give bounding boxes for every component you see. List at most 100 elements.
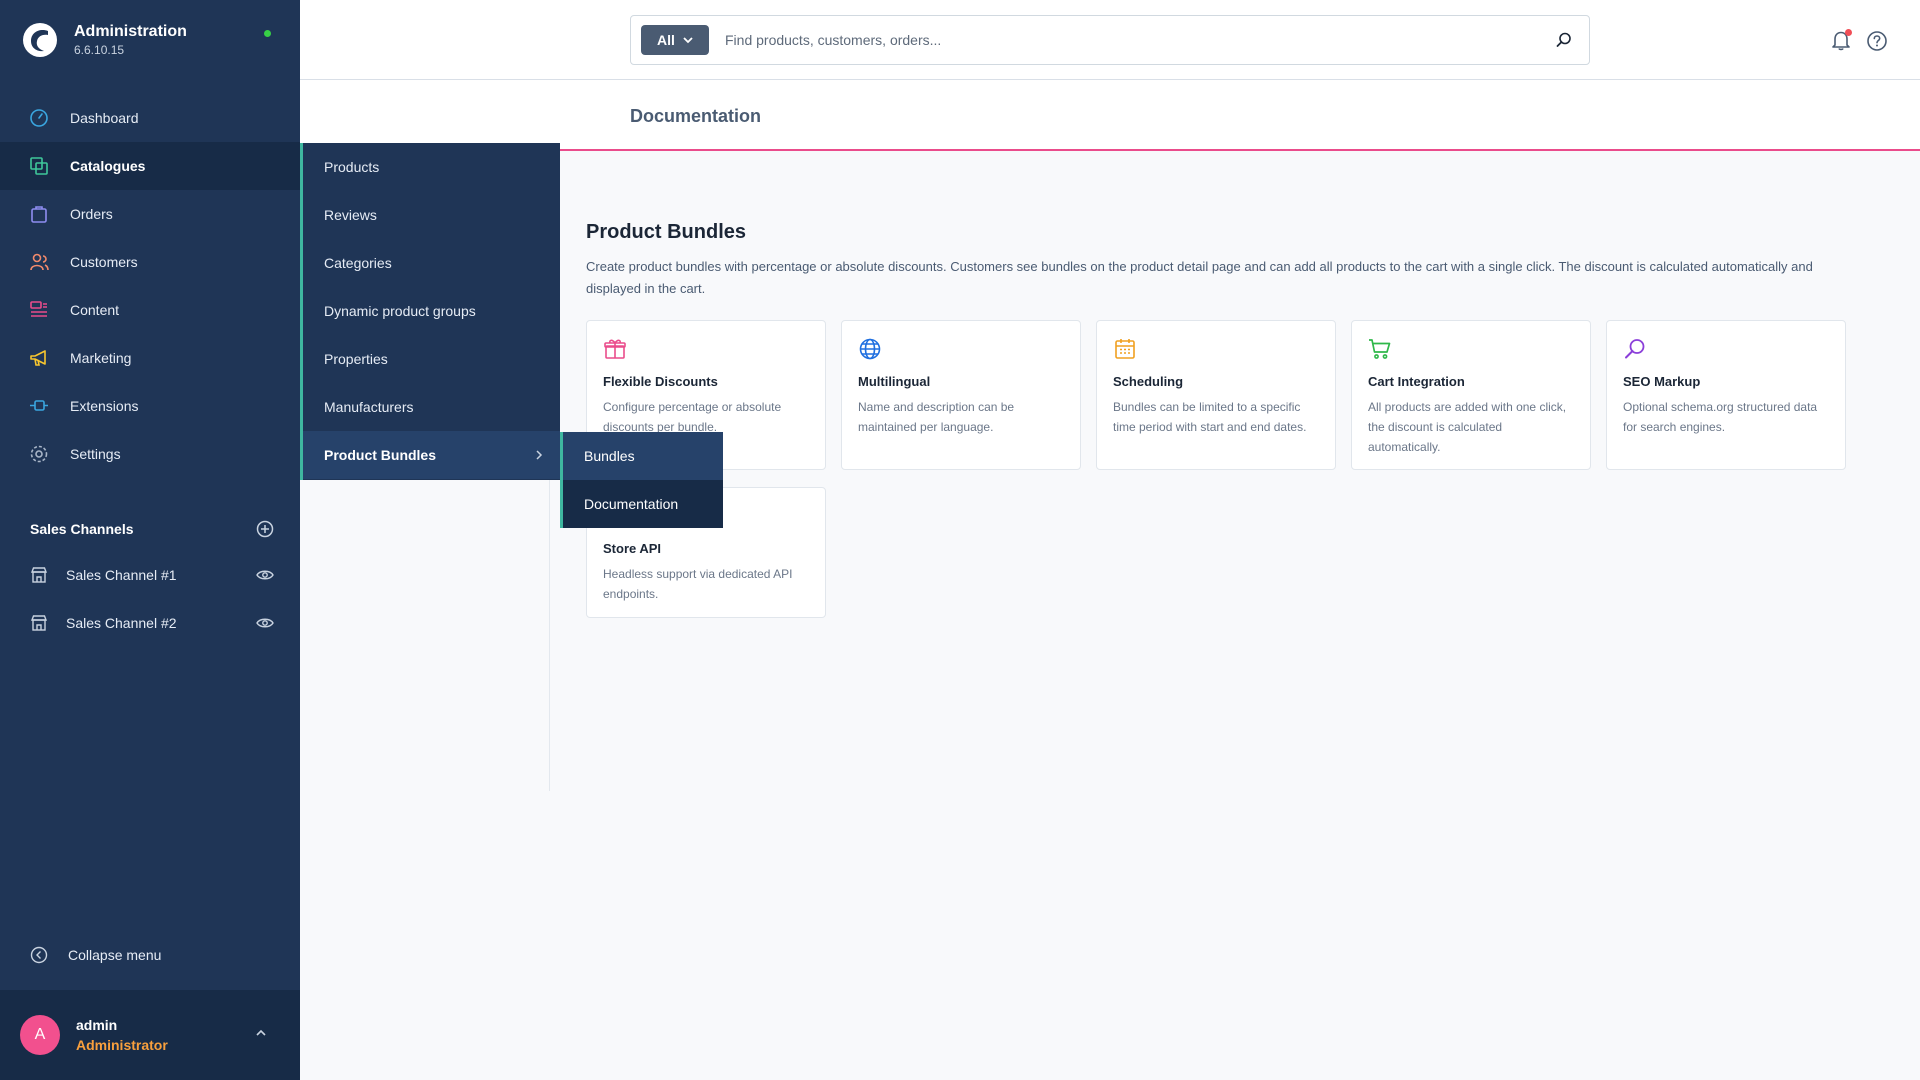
nav-item-customers[interactable]: Customers <box>0 238 300 286</box>
search-input[interactable] <box>725 32 1545 48</box>
flyout-item-categories[interactable]: Categories <box>303 239 560 287</box>
flyout-item-reviews[interactable]: Reviews <box>303 191 560 239</box>
gear-icon <box>28 443 50 465</box>
card-text: Bundles can be limited to a specific tim… <box>1113 400 1307 434</box>
top-bar: All <box>300 0 1920 80</box>
search-scope-dropdown[interactable]: All <box>641 25 709 55</box>
nav-item-settings[interactable]: Settings <box>0 430 300 478</box>
storefront-icon <box>30 615 48 631</box>
flyout-label: Reviews <box>324 207 377 223</box>
card-text: Name and description can be maintained p… <box>858 400 1015 434</box>
card-text: Headless support via dedicated API endpo… <box>603 567 793 601</box>
chevron-down-icon <box>683 37 693 44</box>
cart-icon <box>1369 339 1391 359</box>
notification-badge <box>1845 29 1852 36</box>
shopware-logo-icon <box>23 23 57 57</box>
flyout-item-product-bundles[interactable]: Product Bundles <box>303 431 560 479</box>
flyout-item-manufacturers[interactable]: Manufacturers <box>303 383 560 431</box>
card-title: Cart Integration <box>1368 374 1465 389</box>
bag-icon <box>28 203 50 225</box>
submenu-label: Documentation <box>584 496 679 512</box>
eye-icon[interactable] <box>256 566 274 584</box>
calendar-icon <box>1115 339 1135 359</box>
feature-card-scheduling: Scheduling Bundles can be limited to a s… <box>1096 320 1336 470</box>
chevron-left-circle-icon <box>30 946 48 964</box>
search-icon[interactable] <box>1555 31 1573 49</box>
user-menu[interactable]: A admin Administrator <box>0 990 300 1080</box>
eye-icon[interactable] <box>256 614 274 632</box>
user-name: admin <box>76 1017 118 1033</box>
sales-channel-item[interactable]: Sales Channel #1 <box>30 563 274 587</box>
flyout-label: Categories <box>324 255 392 271</box>
avatar: A <box>20 1015 60 1055</box>
flyout-item-dynamic-product-groups[interactable]: Dynamic product groups <box>303 287 560 335</box>
feature-card-seo-markup: SEO Markup Optional schema.org structure… <box>1606 320 1846 470</box>
feature-card-cart-integration: Cart Integration All products are added … <box>1351 320 1591 470</box>
submenu-item-bundles[interactable]: Bundles <box>563 432 723 480</box>
nav-label: Dashboard <box>70 110 139 126</box>
sales-channels-title: Sales Channels <box>30 521 134 537</box>
sales-channels-header: Sales Channels <box>30 520 274 538</box>
section-title: Product Bundles <box>586 221 747 243</box>
catalogue-icon <box>28 155 50 177</box>
page-title: Documentation <box>630 106 762 126</box>
flyout-item-products[interactable]: Products <box>303 143 560 191</box>
status-indicator <box>264 30 271 37</box>
submenu-item-documentation[interactable]: Documentation <box>563 480 723 528</box>
app-version: 6.6.10.15 <box>74 43 125 57</box>
megaphone-icon <box>28 347 50 369</box>
nav-item-marketing[interactable]: Marketing <box>0 334 300 382</box>
globe-icon <box>859 338 881 360</box>
card-text: All products are added with one click, t… <box>1368 400 1567 454</box>
nav-label: Settings <box>70 446 121 462</box>
flyout-label: Products <box>324 159 380 175</box>
help-icon[interactable] <box>1866 30 1888 52</box>
nav-label: Marketing <box>70 350 132 366</box>
gift-icon <box>604 339 626 359</box>
nav-label: Orders <box>70 206 113 222</box>
section-description: Create product bundles with percentage o… <box>586 259 1813 296</box>
flyout-item-properties[interactable]: Properties <box>303 335 560 383</box>
global-search: All <box>630 15 1590 65</box>
card-text: Configure percentage or absolute discoun… <box>603 400 782 434</box>
card-text: Optional schema.org structured data for … <box>1623 400 1818 434</box>
card-title: Store API <box>603 541 662 556</box>
nav-item-catalogues[interactable]: Catalogues <box>0 142 300 190</box>
flyout-label: Manufacturers <box>324 399 414 415</box>
user-role: Administrator <box>76 1037 168 1053</box>
app-title: Administration <box>74 23 187 40</box>
search-icon <box>1625 339 1645 359</box>
gauge-icon <box>28 107 50 129</box>
card-title: Flexible Discounts <box>603 374 718 389</box>
nav-item-dashboard[interactable]: Dashboard <box>0 94 300 142</box>
sidebar: Administration 6.6.10.15 Dashboard Catal… <box>0 0 300 1080</box>
nav-item-extensions[interactable]: Extensions <box>0 382 300 430</box>
flyout-label: Product Bundles <box>324 447 437 463</box>
submenu-label: Bundles <box>584 448 635 464</box>
users-icon <box>28 251 50 273</box>
flyout-label: Dynamic product groups <box>324 303 476 319</box>
search-scope-label: All <box>657 32 675 48</box>
content-icon <box>28 299 50 321</box>
storefront-icon <box>30 567 48 583</box>
nav-label: Content <box>70 302 120 318</box>
brand[interactable]: Administration 6.6.10.15 <box>22 22 187 58</box>
card-title: SEO Markup <box>1623 374 1701 389</box>
sales-channel-label: Sales Channel #2 <box>66 615 177 631</box>
nav-item-content[interactable]: Content <box>0 286 300 334</box>
feature-card-multilingual: Multilingual Name and description can be… <box>841 320 1081 470</box>
plug-icon <box>28 395 50 417</box>
chevron-right-icon <box>536 450 543 460</box>
card-title: Scheduling <box>1113 374 1184 389</box>
chevron-up-icon[interactable] <box>254 1026 268 1040</box>
nav-label: Extensions <box>70 398 139 414</box>
nav-label: Customers <box>70 254 138 270</box>
collapse-label: Collapse menu <box>68 947 162 963</box>
page-header: Documentation <box>300 80 1920 151</box>
add-sales-channel-icon[interactable] <box>256 520 274 538</box>
sales-channel-item[interactable]: Sales Channel #2 <box>30 611 274 635</box>
main-nav: Dashboard Catalogues Orders Customers Co… <box>0 94 300 478</box>
flyout-label: Properties <box>324 351 388 367</box>
nav-item-orders[interactable]: Orders <box>0 190 300 238</box>
collapse-menu-button[interactable]: Collapse menu <box>30 946 161 964</box>
